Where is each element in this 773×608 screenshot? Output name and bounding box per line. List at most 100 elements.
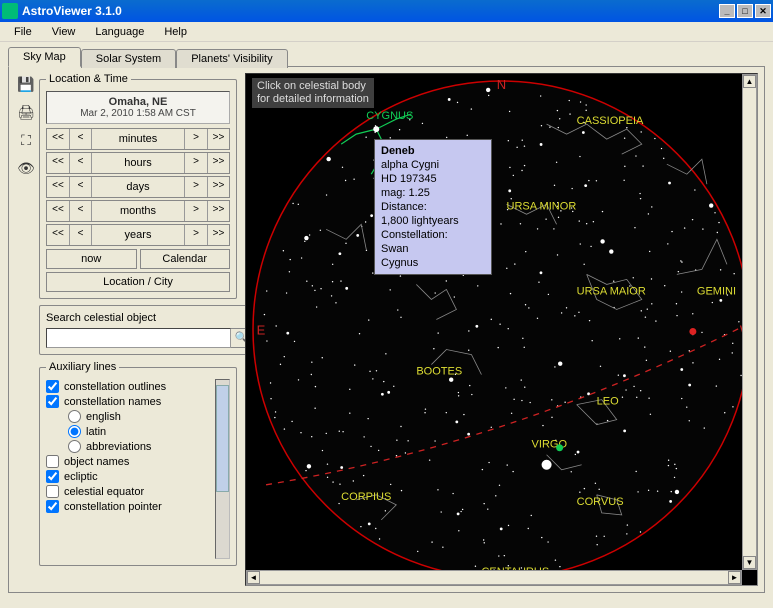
aux-check-1[interactable] (46, 395, 59, 408)
years-back-button[interactable]: < (69, 225, 91, 245)
days-fast-fwd-button[interactable]: >> (207, 177, 229, 197)
aux-check-2[interactable] (46, 455, 59, 468)
cygnus-label: CYGNUS (366, 110, 413, 122)
map-hint-line1: Click on celestial body (257, 80, 366, 92)
hours-fast-back-button[interactable]: << (47, 153, 69, 173)
left-panel: Location & Time Omaha, NE Mar 2, 2010 1:… (39, 73, 237, 586)
scroll-down-icon[interactable]: ▼ (743, 556, 756, 569)
aux-check-3[interactable] (46, 470, 59, 483)
save-icon[interactable]: 💾 (17, 75, 35, 93)
map-hscrollbar[interactable]: ◄ ► (246, 570, 742, 585)
location-display: Omaha, NE Mar 2, 2010 1:58 AM CST (46, 91, 230, 124)
months-back-button[interactable]: < (69, 201, 91, 221)
menubar: File View Language Help (0, 22, 773, 42)
toolstrip: 💾 🖨 ⛶ 👁 (15, 73, 37, 586)
years-fast-fwd-button[interactable]: >> (207, 225, 229, 245)
aux-lang-label-0: english (86, 411, 121, 423)
aux-label-0: constellation outlines (64, 381, 166, 393)
fullscreen-icon[interactable]: ⛶ (17, 131, 35, 149)
gemini-label: GEMINI (697, 285, 736, 297)
aux-lines-box: Auxiliary lines constellation outlines co… (39, 361, 237, 566)
days-fwd-button[interactable]: > (185, 177, 207, 197)
days-fast-back-button[interactable]: << (47, 177, 69, 197)
location-time-legend: Location & Time (46, 73, 131, 85)
now-button[interactable]: now (46, 249, 137, 269)
aux-scrollbar[interactable] (215, 379, 230, 559)
star-tooltip: Deneb alpha CygniHD 197345mag: 1.25Dista… (374, 139, 492, 275)
aux-scroll-thumb[interactable] (216, 385, 229, 492)
aux-lang-radio-2[interactable] (68, 440, 81, 453)
minutes-fast-back-button[interactable]: << (47, 129, 69, 149)
years-fwd-button[interactable]: > (185, 225, 207, 245)
bootes-label: BOOTES (416, 366, 462, 378)
aux-lang-radio-1[interactable] (68, 425, 81, 438)
aux-legend: Auxiliary lines (46, 361, 119, 373)
aux-label-4: celestial equator (64, 486, 144, 498)
hours-fast-fwd-button[interactable]: >> (207, 153, 229, 173)
aux-check-5[interactable] (46, 500, 59, 513)
tab-planets[interactable]: Planets' Visibility (176, 49, 287, 68)
tab-solar[interactable]: Solar System (81, 49, 176, 68)
leo-label: LEO (597, 396, 619, 408)
location-time-box: Location & Time Omaha, NE Mar 2, 2010 1:… (39, 73, 237, 299)
aux-lang-label-1: latin (86, 426, 106, 438)
aux-check-0[interactable] (46, 380, 59, 393)
aux-lang-label-2: abbreviations (86, 441, 151, 453)
menu-help[interactable]: Help (154, 24, 197, 40)
map-vscrollbar[interactable]: ▲ ▼ (742, 74, 757, 570)
menu-language[interactable]: Language (85, 24, 154, 40)
days-back-button[interactable]: < (69, 177, 91, 197)
aux-check-4[interactable] (46, 485, 59, 498)
calendar-button[interactable]: Calendar (140, 249, 231, 269)
days-label: days (91, 177, 185, 197)
titlebar: AstroViewer 3.1.0 _ □ ✕ (0, 0, 773, 22)
months-fast-back-button[interactable]: << (47, 201, 69, 221)
months-fwd-button[interactable]: > (185, 201, 207, 221)
ursa-minor-label: URSA MINOR (507, 200, 577, 212)
eye-icon[interactable]: 👁 (17, 159, 35, 177)
map-hint-line2: for detailed information (257, 93, 369, 105)
tooltip-line-2: mag: 1.25 (381, 186, 485, 200)
minutes-back-button[interactable]: < (69, 129, 91, 149)
tab-body: 💾 🖨 ⛶ 👁 Location & Time Omaha, NE Mar 2,… (8, 66, 765, 593)
months-fast-fwd-button[interactable]: >> (207, 201, 229, 221)
aux-label-2: object names (64, 456, 129, 468)
scroll-right-icon[interactable]: ► (728, 571, 741, 584)
corpius-label: CORPIUS (341, 491, 391, 503)
minimize-button[interactable]: _ (719, 4, 735, 18)
years-fast-back-button[interactable]: << (47, 225, 69, 245)
aux-label-5: constellation pointer (64, 501, 162, 513)
aux-label-3: ecliptic (64, 471, 98, 483)
close-button[interactable]: ✕ (755, 4, 771, 18)
hours-fwd-button[interactable]: > (185, 153, 207, 173)
tooltip-line-3: Distance: (381, 200, 485, 214)
minutes-fast-fwd-button[interactable]: >> (207, 129, 229, 149)
minutes-label: minutes (91, 129, 185, 149)
maximize-button[interactable]: □ (737, 4, 753, 18)
map-hint: Click on celestial body for detailed inf… (252, 78, 374, 108)
app-icon (2, 3, 18, 19)
menu-file[interactable]: File (4, 24, 42, 40)
minutes-fwd-button[interactable]: > (185, 129, 207, 149)
tooltip-line-1: HD 197345 (381, 172, 485, 186)
compass-n: N (497, 77, 506, 92)
tabs: Sky Map Solar System Planets' Visibility (8, 47, 765, 66)
hours-back-button[interactable]: < (69, 153, 91, 173)
search-input[interactable] (46, 328, 231, 348)
location-city: Omaha, NE (47, 96, 229, 108)
menu-view[interactable]: View (42, 24, 86, 40)
location-city-button[interactable]: Location / City (46, 272, 230, 292)
sky-map[interactable]: N E W CYGNUS (245, 73, 758, 586)
scroll-up-icon[interactable]: ▲ (743, 75, 756, 88)
search-box: Search celestial object 🔍 (39, 305, 260, 355)
print-icon[interactable]: 🖨 (17, 103, 35, 121)
scroll-left-icon[interactable]: ◄ (247, 571, 260, 584)
aux-lang-radio-0[interactable] (68, 410, 81, 423)
tooltip-line-7: Cygnus (381, 256, 485, 270)
tooltip-line-6: Swan (381, 242, 485, 256)
search-label: Search celestial object (46, 312, 253, 324)
compass-e: E (257, 323, 266, 338)
window-title: AstroViewer 3.1.0 (22, 4, 717, 18)
months-label: months (91, 201, 185, 221)
tab-skymap[interactable]: Sky Map (8, 47, 81, 67)
